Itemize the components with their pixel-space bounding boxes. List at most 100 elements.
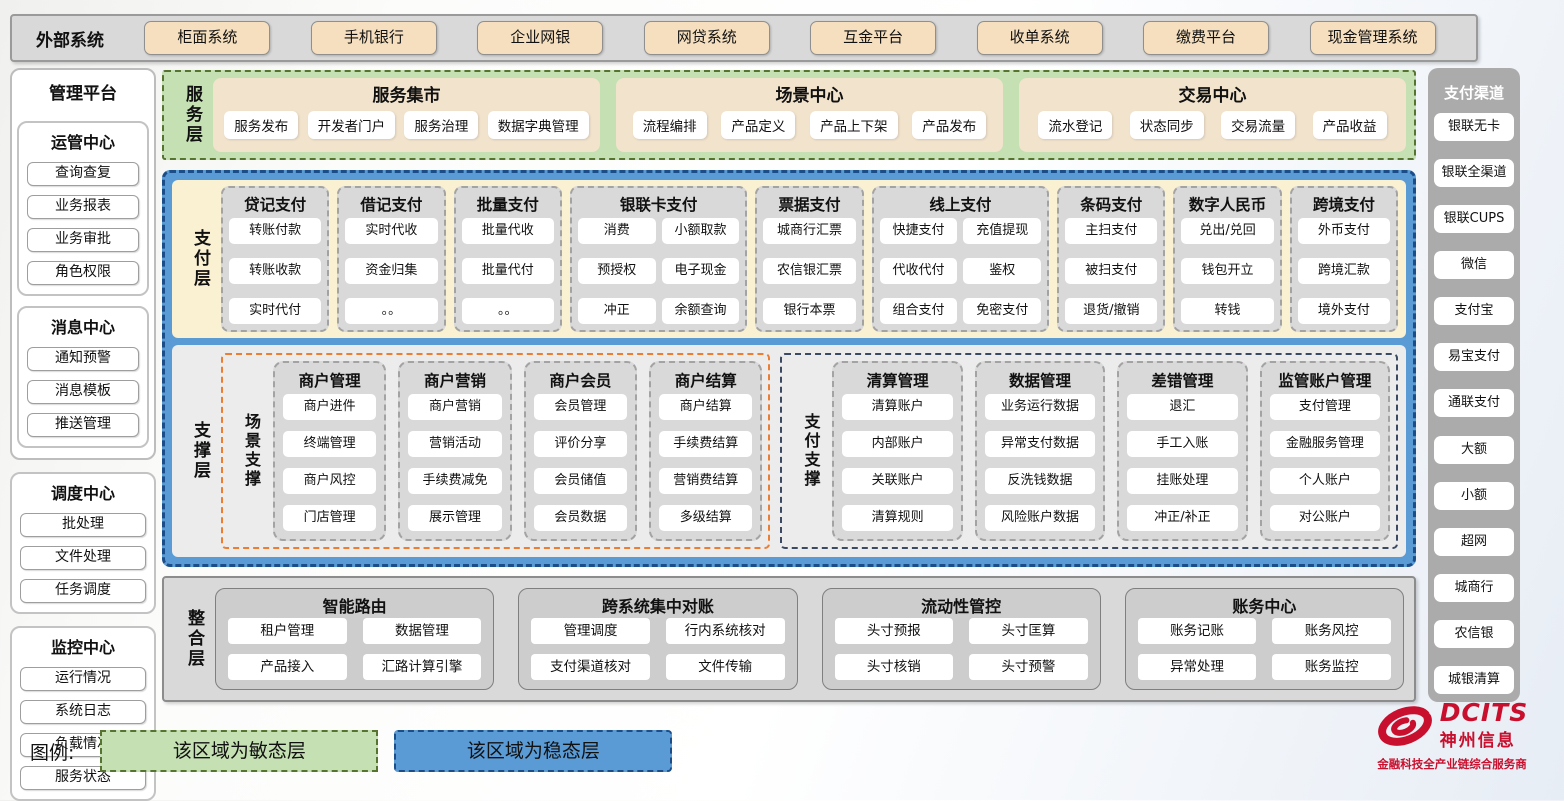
support-item-button[interactable]: 展示管理 — [408, 505, 501, 531]
support-item-button[interactable]: 清算规则 — [842, 505, 952, 531]
payment-item-button[interactable]: 实时代付 — [229, 298, 321, 324]
support-item-button[interactable]: 清算账户 — [842, 394, 952, 420]
service-item-button[interactable]: 产品收益 — [1313, 111, 1387, 139]
support-item-button[interactable]: 会员数据 — [534, 505, 627, 531]
payment-item-button[interactable]: 批量代收 — [462, 218, 554, 244]
service-item-button[interactable]: 服务发布 — [224, 111, 298, 139]
management-item-button[interactable]: 系统日志 — [20, 700, 146, 724]
support-item-button[interactable]: 退汇 — [1127, 394, 1237, 420]
payment-channel-button[interactable]: 城银清算 — [1434, 666, 1514, 694]
support-item-button[interactable]: 多级结算 — [659, 505, 752, 531]
payment-item-button[interactable]: 境外支付 — [1298, 298, 1390, 324]
support-item-button[interactable]: 业务运行数据 — [985, 394, 1095, 420]
management-item-button[interactable]: 文件处理 — [20, 546, 146, 570]
payment-channel-button[interactable]: 农信银 — [1434, 620, 1514, 648]
payment-item-button[interactable]: 批量代付 — [462, 258, 554, 284]
payment-channel-button[interactable]: 城商行 — [1434, 574, 1514, 602]
payment-item-button[interactable]: 消费 — [578, 218, 656, 244]
management-item-button[interactable]: 批处理 — [20, 513, 146, 537]
management-item-button[interactable]: 消息模板 — [27, 380, 139, 404]
support-item-button[interactable]: 对公账户 — [1270, 505, 1380, 531]
integration-item-button[interactable]: 数据管理 — [363, 618, 482, 644]
external-system-button[interactable]: 互金平台 — [810, 21, 936, 55]
integration-item-button[interactable]: 管理调度 — [531, 618, 650, 644]
service-item-button[interactable]: 产品发布 — [912, 111, 986, 139]
integration-item-button[interactable]: 账务记账 — [1138, 618, 1257, 644]
integration-item-button[interactable]: 汇路计算引擎 — [363, 654, 482, 680]
service-item-button[interactable]: 产品上下架 — [810, 111, 898, 139]
payment-channel-button[interactable]: 通联支付 — [1434, 389, 1514, 417]
external-system-button[interactable]: 手机银行 — [311, 21, 437, 55]
support-item-button[interactable]: 关联账户 — [842, 468, 952, 494]
payment-item-button[interactable]: 鉴权 — [963, 258, 1041, 284]
support-item-button[interactable]: 个人账户 — [1270, 468, 1380, 494]
support-item-button[interactable]: 会员储值 — [534, 468, 627, 494]
integration-item-button[interactable]: 支付渠道核对 — [531, 654, 650, 680]
support-item-button[interactable]: 营销活动 — [408, 431, 501, 457]
payment-item-button[interactable]: 兑出/兑回 — [1181, 218, 1273, 244]
payment-item-button[interactable]: 小额取款 — [662, 218, 740, 244]
integration-item-button[interactable]: 头寸预警 — [969, 654, 1088, 680]
integration-item-button[interactable]: 产品接入 — [228, 654, 347, 680]
management-item-button[interactable]: 业务审批 — [27, 228, 139, 252]
service-item-button[interactable]: 开发者门户 — [308, 111, 396, 139]
management-item-button[interactable]: 业务报表 — [27, 195, 139, 219]
payment-channel-button[interactable]: 银联全渠道 — [1434, 159, 1514, 187]
payment-item-button[interactable]: 组合支付 — [880, 298, 958, 324]
integration-item-button[interactable]: 头寸预报 — [835, 618, 954, 644]
support-item-button[interactable]: 金融服务管理 — [1270, 431, 1380, 457]
external-system-button[interactable]: 柜面系统 — [144, 21, 270, 55]
support-item-button[interactable]: 反洗钱数据 — [985, 468, 1095, 494]
service-item-button[interactable]: 服务治理 — [404, 111, 478, 139]
management-item-button[interactable]: 运行情况 — [20, 667, 146, 691]
support-item-button[interactable]: 支付管理 — [1270, 394, 1380, 420]
payment-item-button[interactable]: 代收代付 — [880, 258, 958, 284]
payment-item-button[interactable]: 充值提现 — [963, 218, 1041, 244]
payment-channel-button[interactable]: 小额 — [1434, 482, 1514, 510]
external-system-button[interactable]: 现金管理系统 — [1310, 21, 1436, 55]
management-item-button[interactable]: 通知预警 — [27, 347, 139, 371]
payment-item-button[interactable]: 预授权 — [578, 258, 656, 284]
integration-item-button[interactable]: 行内系统核对 — [666, 618, 785, 644]
payment-item-button[interactable]: 钱包开立 — [1181, 258, 1273, 284]
payment-item-button[interactable]: 农信银汇票 — [763, 258, 855, 284]
integration-item-button[interactable]: 租户管理 — [228, 618, 347, 644]
payment-item-button[interactable]: 退货/撤销 — [1065, 298, 1157, 324]
management-item-button[interactable]: 推送管理 — [27, 413, 139, 437]
support-item-button[interactable]: 异常支付数据 — [985, 431, 1095, 457]
integration-item-button[interactable]: 头寸匡算 — [969, 618, 1088, 644]
payment-channel-button[interactable]: 易宝支付 — [1434, 343, 1514, 371]
payment-channel-button[interactable]: 银联CUPS — [1434, 205, 1514, 233]
payment-item-button[interactable]: 。。 — [462, 298, 554, 324]
external-system-button[interactable]: 网贷系统 — [644, 21, 770, 55]
support-item-button[interactable]: 商户结算 — [659, 394, 752, 420]
external-system-button[interactable]: 缴费平台 — [1143, 21, 1269, 55]
integration-item-button[interactable]: 文件传输 — [666, 654, 785, 680]
integration-item-button[interactable]: 账务监控 — [1272, 654, 1391, 680]
payment-item-button[interactable]: 转账付款 — [229, 218, 321, 244]
support-item-button[interactable]: 手工入账 — [1127, 431, 1237, 457]
payment-item-button[interactable]: 外币支付 — [1298, 218, 1390, 244]
payment-channel-button[interactable]: 银联无卡 — [1434, 113, 1514, 141]
management-item-button[interactable]: 查询查复 — [27, 162, 139, 186]
support-item-button[interactable]: 手续费减免 — [408, 468, 501, 494]
payment-item-button[interactable]: 城商行汇票 — [763, 218, 855, 244]
payment-channel-button[interactable]: 支付宝 — [1434, 297, 1514, 325]
payment-channel-button[interactable]: 大额 — [1434, 436, 1514, 464]
support-item-button[interactable]: 营销费结算 — [659, 468, 752, 494]
service-item-button[interactable]: 数据字典管理 — [488, 111, 589, 139]
support-item-button[interactable]: 商户进件 — [283, 394, 376, 420]
support-item-button[interactable]: 挂账处理 — [1127, 468, 1237, 494]
payment-item-button[interactable]: 免密支付 — [963, 298, 1041, 324]
management-item-button[interactable]: 角色权限 — [27, 261, 139, 285]
support-item-button[interactable]: 内部账户 — [842, 431, 952, 457]
payment-item-button[interactable]: 快捷支付 — [880, 218, 958, 244]
integration-item-button[interactable]: 头寸核销 — [835, 654, 954, 680]
external-system-button[interactable]: 企业网银 — [477, 21, 603, 55]
support-item-button[interactable]: 冲正/补正 — [1127, 505, 1237, 531]
payment-item-button[interactable]: 主扫支付 — [1065, 218, 1157, 244]
payment-item-button[interactable]: 跨境汇款 — [1298, 258, 1390, 284]
external-system-button[interactable]: 收单系统 — [977, 21, 1103, 55]
service-item-button[interactable]: 产品定义 — [721, 111, 795, 139]
service-item-button[interactable]: 流程编排 — [633, 111, 707, 139]
